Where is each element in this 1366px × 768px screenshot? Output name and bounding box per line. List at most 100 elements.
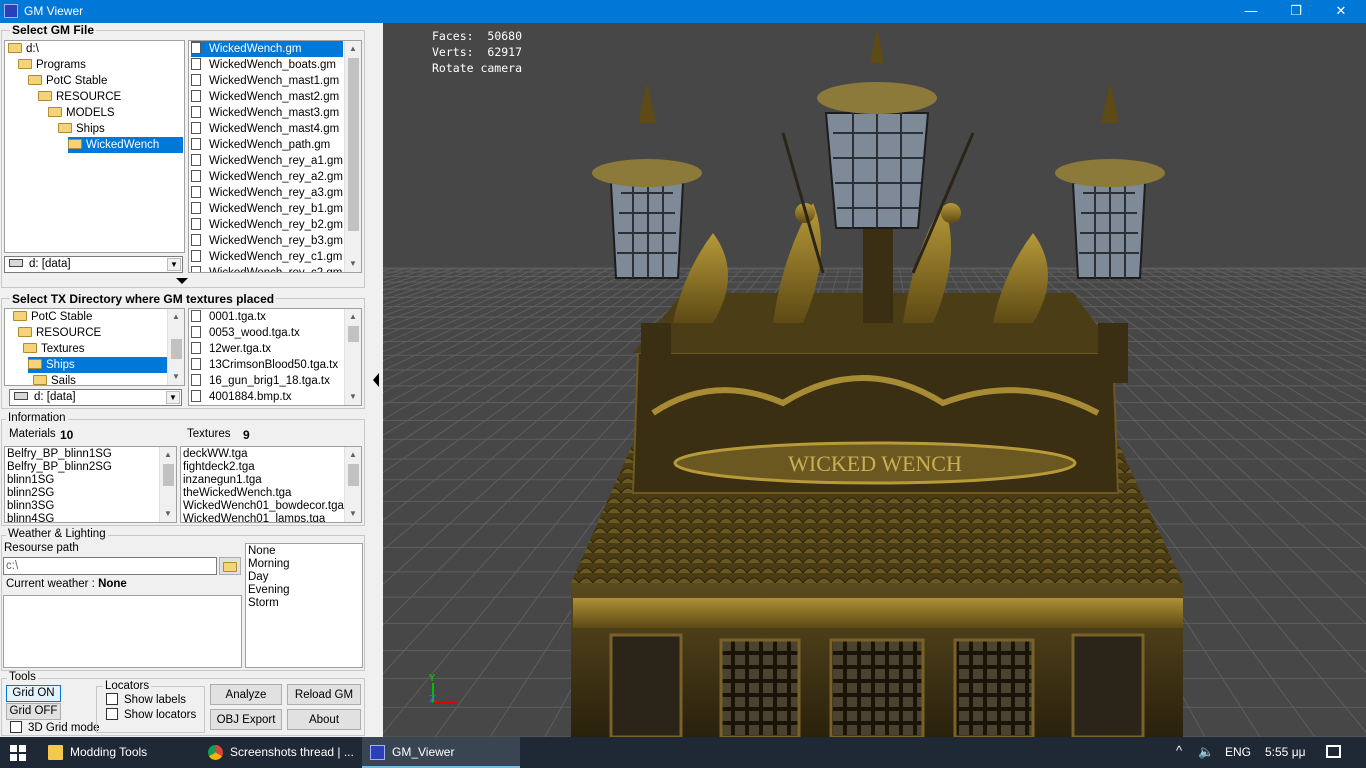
checkbox-icon[interactable]: [10, 721, 22, 733]
tree-item[interactable]: WickedWench: [68, 137, 183, 153]
3d-viewport[interactable]: WICKED WENCH Y Z Faces: 50680 Verts: 629…: [383, 23, 1366, 737]
collapse-left-icon[interactable]: [373, 373, 379, 387]
collapse-down-icon[interactable]: [176, 278, 188, 284]
scroll-thumb[interactable]: [171, 339, 182, 359]
scroll-thumb[interactable]: [163, 464, 174, 486]
show-labels-checkbox[interactable]: Show labels: [106, 693, 186, 706]
file-item[interactable]: WickedWench.gm: [191, 41, 343, 57]
tree-item[interactable]: d:\: [8, 41, 39, 57]
file-item[interactable]: 4001884.bmp.tx: [191, 389, 291, 405]
file-item[interactable]: WickedWench_rey_b3.gm: [191, 233, 343, 249]
scroll-thumb[interactable]: [348, 58, 359, 231]
scroll-up-icon[interactable]: ▲: [345, 447, 361, 463]
gm-file-scrollbar[interactable]: ▲ ▼: [344, 41, 361, 272]
obj-export-button[interactable]: OBJ Export: [210, 709, 282, 730]
tree-item[interactable]: MODELS: [48, 105, 115, 121]
tx-file-list[interactable]: 4001884.bmp.tx 16_gun_brig1_18.tga.tx 13Cr…: [188, 308, 362, 406]
tx-drive-select[interactable]: d: [data] ▼: [9, 389, 182, 406]
tree-item[interactable]: PotC Stable: [13, 309, 92, 325]
maximize-button[interactable]: ❐: [1273, 0, 1319, 23]
material-item[interactable]: blinn2SG: [7, 487, 54, 500]
texture-item[interactable]: theWickedWench.tga: [183, 487, 291, 500]
weather-options-list[interactable]: Storm Evening Day Morning None: [245, 543, 363, 668]
file-item[interactable]: 12wer.tga.tx: [191, 341, 271, 357]
file-item[interactable]: WickedWench_rey_b2.gm: [191, 217, 343, 233]
notification-icon[interactable]: [1326, 745, 1341, 758]
scroll-up-icon[interactable]: ▲: [345, 41, 361, 57]
speaker-icon[interactable]: 🔈: [1198, 744, 1214, 760]
material-item[interactable]: blinn4SG: [7, 513, 54, 522]
textures-list[interactable]: WickedWench01_lamps.tga WickedWench01_bow…: [180, 446, 362, 523]
resource-path-input[interactable]: [3, 557, 217, 575]
file-item[interactable]: WickedWench_mast3.gm: [191, 105, 339, 121]
file-item[interactable]: 16_gun_brig1_18.tga.tx: [191, 373, 330, 389]
file-item[interactable]: WickedWench_mast1.gm: [191, 73, 339, 89]
chevron-down-icon[interactable]: ▼: [166, 391, 180, 404]
texture-item[interactable]: WickedWench01_bowdecor.tga: [183, 500, 344, 513]
weather-option[interactable]: None: [248, 545, 276, 558]
file-item[interactable]: 0001.tga.tx: [191, 309, 266, 325]
start-button[interactable]: [0, 737, 36, 768]
materials-scrollbar[interactable]: ▲ ▼: [159, 447, 176, 522]
close-button[interactable]: ✕: [1318, 0, 1364, 23]
weather-option[interactable]: Evening: [248, 584, 290, 597]
scroll-down-icon[interactable]: ▼: [345, 506, 361, 522]
grid-3d-checkbox[interactable]: 3D Grid mode: [10, 721, 100, 734]
file-item[interactable]: WickedWench_rey_a2.gm: [191, 169, 343, 185]
tx-tree-scrollbar[interactable]: ▲ ▼: [167, 309, 184, 385]
reload-gm-button[interactable]: Reload GM: [287, 684, 361, 705]
weather-option[interactable]: Storm: [248, 597, 279, 610]
tree-item[interactable]: RESOURCE: [18, 325, 101, 341]
file-item[interactable]: 0053_wood.tga.tx: [191, 325, 300, 341]
taskbar-item-chrome[interactable]: Screenshots thread | ...: [200, 737, 360, 768]
file-item[interactable]: WickedWench_rey_b1.gm: [191, 201, 343, 217]
materials-list[interactable]: blinn4SG blinn3SG blinn2SG blinn1SG Belfry_B…: [4, 446, 177, 523]
language-indicator[interactable]: ENG: [1225, 745, 1251, 759]
scroll-down-icon[interactable]: ▼: [160, 506, 176, 522]
material-item[interactable]: Belfry_BP_blinn2SG: [7, 461, 112, 474]
textures-scrollbar[interactable]: ▲ ▼: [344, 447, 361, 522]
file-item[interactable]: WickedWench_mast4.gm: [191, 121, 339, 137]
gm-folder-tree[interactable]: WickedWench Ships MODELS RESOURCE PotC Stabl…: [4, 40, 185, 253]
weather-option[interactable]: Day: [248, 571, 268, 584]
file-item[interactable]: WickedWench_boats.gm: [191, 57, 336, 73]
texture-item[interactable]: deckWW.tga: [183, 448, 248, 461]
tx-file-scrollbar[interactable]: ▲ ▼: [344, 309, 361, 405]
scroll-down-icon[interactable]: ▼: [345, 256, 361, 272]
taskbar-item-modding-tools[interactable]: Modding Tools: [40, 737, 198, 768]
tree-item[interactable]: Ships: [58, 121, 105, 137]
texture-item[interactable]: fightdeck2.tga: [183, 461, 255, 474]
checkbox-icon[interactable]: [106, 693, 118, 705]
scroll-up-icon[interactable]: ▲: [168, 309, 184, 325]
taskbar-item-gm-viewer[interactable]: GM_Viewer: [362, 737, 520, 768]
scroll-up-icon[interactable]: ▲: [160, 447, 176, 463]
tree-item[interactable]: Sails: [33, 373, 76, 385]
material-item[interactable]: Belfry_BP_blinn1SG: [7, 448, 112, 461]
material-item[interactable]: blinn1SG: [7, 474, 54, 487]
minimize-button[interactable]: —: [1228, 0, 1274, 23]
chevron-up-icon[interactable]: ^: [1176, 743, 1182, 758]
checkbox-icon[interactable]: [106, 708, 118, 720]
tx-folder-tree[interactable]: Sails Ships Textures RESOURCE PotC Stable ▲ …: [4, 308, 185, 386]
gm-drive-select[interactable]: d: [data] ▼: [4, 256, 183, 273]
scroll-down-icon[interactable]: ▼: [168, 369, 184, 385]
analyze-button[interactable]: Analyze: [210, 684, 282, 705]
scroll-thumb[interactable]: [348, 464, 359, 486]
show-locators-checkbox[interactable]: Show locators: [106, 708, 196, 721]
weather-option[interactable]: Morning: [248, 558, 290, 571]
material-item[interactable]: blinn3SG: [7, 500, 54, 513]
file-item[interactable]: WickedWench_rey_c2.gm: [191, 265, 342, 272]
scroll-down-icon[interactable]: ▼: [345, 389, 361, 405]
tree-item[interactable]: Ships: [28, 357, 184, 373]
file-item[interactable]: WickedWench_rey_a1.gm: [191, 153, 343, 169]
texture-item[interactable]: WickedWench01_lamps.tga: [183, 513, 325, 522]
tree-item[interactable]: PotC Stable: [28, 73, 107, 89]
grid-on-button[interactable]: Grid ON: [6, 685, 61, 702]
file-item[interactable]: WickedWench_mast2.gm: [191, 89, 339, 105]
file-item[interactable]: 13CrimsonBlood50.tga.tx: [191, 357, 338, 373]
browse-folder-button[interactable]: [219, 557, 241, 575]
about-button[interactable]: About: [287, 709, 361, 730]
texture-item[interactable]: inzanegun1.tga: [183, 474, 262, 487]
file-item[interactable]: WickedWench_rey_c1.gm: [191, 249, 342, 265]
grid-off-button[interactable]: Grid OFF: [6, 703, 61, 720]
